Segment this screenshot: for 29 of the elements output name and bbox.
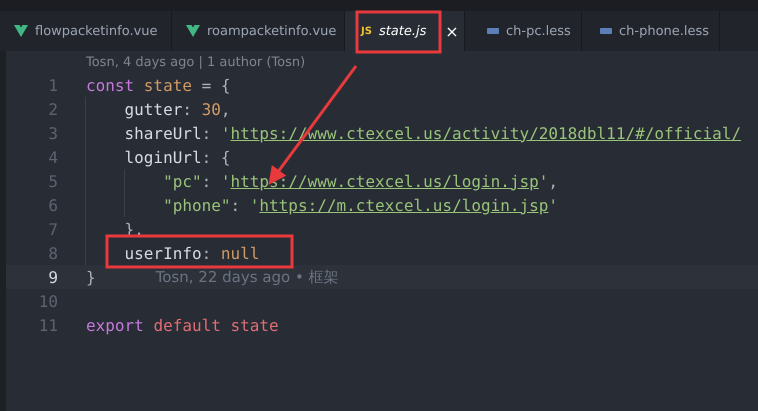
- line-number: 8: [47, 244, 59, 262]
- line-number: 6: [47, 196, 59, 214]
- line-number: 1: [47, 76, 59, 94]
- tab[interactable]: ch-phone.less: [582, 11, 720, 51]
- file-icon: [600, 28, 612, 34]
- line-number: 3: [47, 124, 59, 142]
- line-number: 9: [47, 268, 59, 286]
- v-logo-icon: [14, 25, 28, 37]
- v-logo-icon: [186, 25, 200, 37]
- code-line: "phone": 'https://m.ctexcel.us/login.jsp': [86, 193, 558, 217]
- blame-annotation[interactable]: Tosn, 4 days ago | 1 author (Tosn): [86, 54, 306, 70]
- line-number: 2: [47, 100, 59, 118]
- file-icon: [487, 28, 499, 34]
- line-number: 10: [38, 292, 59, 310]
- line-number: 11: [38, 316, 59, 334]
- code-line: loginUrl: {: [86, 145, 230, 169]
- tab[interactable]: ch-pc.less: [465, 11, 582, 51]
- close-button[interactable]: ×: [440, 11, 465, 51]
- code-line: export default state: [86, 314, 279, 336]
- code-line: const state = {: [86, 74, 230, 96]
- line-number: 7: [47, 220, 59, 238]
- line-number: 5: [47, 172, 59, 190]
- line-number: 4: [47, 148, 59, 166]
- blame-annotation: Tosn, 22 days ago • 框架: [156, 268, 339, 286]
- code-line: }: [86, 266, 96, 288]
- js-icon: JS: [361, 26, 372, 36]
- tab[interactable]: flowpacketinfo.vue: [0, 11, 172, 51]
- code-line: "pc": 'https://www.ctexcel.us/login.jsp',: [86, 169, 558, 193]
- code-line: gutter: 30,: [86, 97, 230, 121]
